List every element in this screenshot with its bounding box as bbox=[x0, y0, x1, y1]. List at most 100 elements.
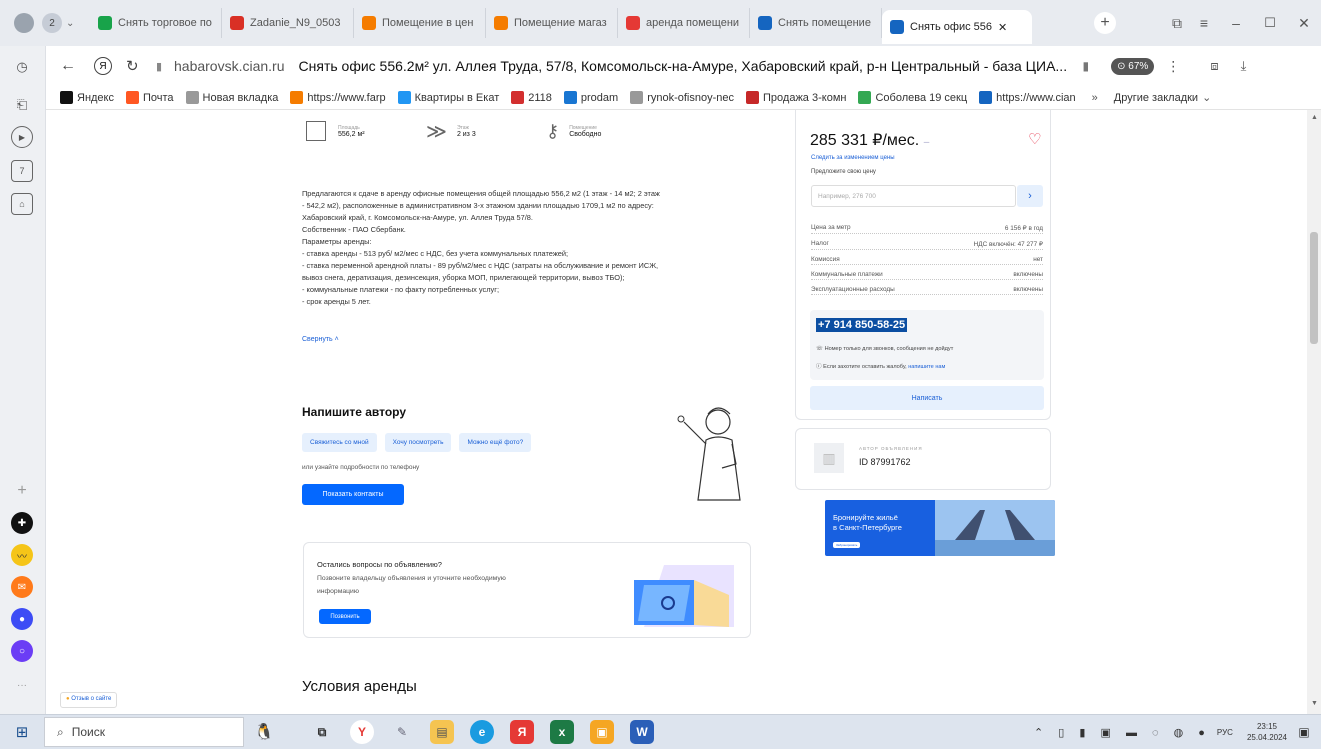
download-icon[interactable]: ⤓ bbox=[1241, 58, 1247, 74]
chip-want-to-see[interactable]: Хочу посмотреть bbox=[384, 433, 452, 452]
offer-input[interactable]: Например, 276 700 bbox=[811, 185, 1016, 207]
bookmark-icon[interactable]: ▮ bbox=[1083, 59, 1090, 73]
browser-logo-icon[interactable] bbox=[14, 13, 34, 33]
tray-icons[interactable]: ⌃ ▯ ▮ ▣ ▬ ◌ ◍ ● bbox=[1034, 726, 1211, 739]
app-icon-3[interactable]: ✉ bbox=[11, 576, 33, 598]
scroll-up-arrow[interactable]: ▲ bbox=[1311, 114, 1318, 121]
reload-icon[interactable]: ↻ bbox=[126, 57, 146, 75]
promo-banner[interactable]: Бронируйте жильё в Санкт-Петербурге Забр… bbox=[825, 500, 1055, 556]
play-icon[interactable]: ▶ bbox=[11, 126, 33, 148]
bookmark-item[interactable]: https://www.cian bbox=[979, 91, 1076, 104]
tab-title: Помещение в цен bbox=[382, 17, 474, 29]
clock[interactable]: 23:15 25.04.2024 bbox=[1247, 721, 1287, 743]
browser-tab[interactable]: Снять помещение bbox=[750, 8, 882, 38]
app-icon-1[interactable]: ✚ bbox=[11, 512, 33, 534]
feedback-icon: ● bbox=[66, 696, 70, 702]
close-window-icon[interactable]: ✕ bbox=[1287, 15, 1321, 32]
collections-icon[interactable]: ⧉ bbox=[1165, 15, 1189, 32]
bookmark-label: prodam bbox=[580, 91, 619, 104]
browser-tab[interactable]: Помещение в цен bbox=[354, 8, 486, 38]
app-icon-4[interactable]: ● bbox=[11, 608, 33, 630]
notifications-icon[interactable]: ▣ bbox=[1287, 725, 1321, 739]
zoom-badge[interactable]: ⊙ 67% bbox=[1111, 57, 1155, 75]
browser-tab[interactable]: Снять торговое по bbox=[90, 8, 222, 38]
feedback-button[interactable]: ● Отзыв о сайте bbox=[60, 692, 118, 708]
call-button[interactable]: Позвонить bbox=[319, 609, 371, 624]
browser-tab[interactable]: Помещение магаз bbox=[486, 8, 618, 38]
other-bookmarks[interactable]: Другие закладки bbox=[1114, 92, 1198, 104]
bookmark-item[interactable]: Новая вкладка bbox=[185, 91, 278, 104]
yandex-icon[interactable]: Я bbox=[510, 720, 534, 744]
more-apps-icon[interactable]: ··· bbox=[11, 674, 33, 696]
address-page-title[interactable]: Снять офис 556.2м² ул. Аллея Труда, 57/8… bbox=[299, 58, 1069, 74]
yandex-browser-icon[interactable]: Y bbox=[350, 720, 374, 744]
phone-number[interactable]: +7 914 850-58-25 bbox=[816, 318, 908, 332]
task-view-icon[interactable]: ⧉ bbox=[310, 720, 334, 744]
bookmark-item[interactable]: Яндекс bbox=[60, 91, 114, 104]
bookmark-item[interactable]: Квартиры в Екат bbox=[397, 91, 500, 104]
watch-price-link[interactable]: Следить за изменением цены bbox=[811, 155, 895, 161]
close-tab-icon[interactable]: ✕ bbox=[998, 21, 1007, 34]
tab-favicon-icon bbox=[890, 20, 904, 34]
taskbar-app-penguin[interactable]: 🐧 bbox=[244, 717, 284, 747]
add-panel-icon[interactable]: + bbox=[11, 480, 33, 502]
extension-icon[interactable]: ⧈ bbox=[1210, 58, 1218, 74]
excel-icon[interactable]: x bbox=[550, 720, 574, 744]
scroll-down-arrow[interactable]: ▼ bbox=[1311, 700, 1318, 707]
yandex-logo-icon[interactable]: Я bbox=[94, 57, 112, 75]
tab-counter[interactable]: 2 bbox=[42, 13, 62, 33]
screenshot-icon[interactable]: ⌂ bbox=[11, 193, 33, 215]
menu-icon[interactable]: ≡ bbox=[1189, 15, 1219, 31]
write-button[interactable]: Написать bbox=[810, 386, 1044, 410]
author-card: ▥ АВТОР ОБЪЯВЛЕНИЯ ID 87991762 bbox=[795, 428, 1051, 490]
app-icon-5[interactable]: ○ bbox=[11, 640, 33, 662]
explorer-icon[interactable]: ▤ bbox=[430, 720, 454, 744]
offer-submit-button[interactable]: › bbox=[1017, 185, 1043, 207]
maximize-icon[interactable]: ☐ bbox=[1253, 15, 1287, 31]
show-contacts-button[interactable]: Показать контакты bbox=[302, 484, 404, 505]
vertical-scrollbar[interactable]: ▲ ▼ bbox=[1307, 110, 1321, 714]
chip-more-photos[interactable]: Можно ещё фото? bbox=[459, 433, 532, 452]
browser-tab[interactable]: Снять офис 556 ✕ bbox=[882, 10, 1032, 44]
bookmark-item[interactable]: Почта bbox=[126, 91, 174, 104]
browser-tab[interactable]: Zadanie_N9_0503 bbox=[222, 8, 354, 38]
price-info-icon[interactable]: – bbox=[924, 137, 930, 148]
collections-sidebar-icon[interactable]: ⎗ bbox=[11, 94, 33, 116]
bookmark-item[interactable]: Соболева 19 секц bbox=[858, 91, 967, 104]
word-icon[interactable]: W bbox=[630, 720, 654, 744]
bookmark-item[interactable]: https://www.farp bbox=[290, 91, 386, 104]
complaint-link[interactable]: напишите нам bbox=[908, 364, 945, 370]
minimize-icon[interactable]: – bbox=[1219, 15, 1253, 31]
favorite-heart-icon[interactable]: ♡ bbox=[1028, 130, 1041, 148]
bookmark-favicon-icon bbox=[185, 91, 199, 104]
folder-illustration bbox=[634, 565, 734, 627]
app-orange-icon[interactable]: ▣ bbox=[590, 720, 614, 744]
start-icon[interactable]: ⊞ bbox=[0, 723, 44, 741]
description-line: - 542,2 м2), расположенные в администрат… bbox=[302, 201, 654, 210]
back-icon[interactable]: ← bbox=[60, 57, 82, 75]
edge-icon[interactable]: e bbox=[470, 720, 494, 744]
keyboard-language[interactable]: РУС bbox=[1217, 728, 1233, 737]
chip-contact-me[interactable]: Свяжитесь со мной bbox=[302, 433, 377, 452]
offer-label: Предложите свою цену bbox=[811, 169, 876, 175]
bookmark-label: Квартиры в Екат bbox=[414, 91, 500, 104]
bookmark-label: Яндекс bbox=[77, 91, 114, 104]
new-tab-button[interactable]: + bbox=[1094, 12, 1116, 34]
bookmark-item[interactable]: 2118 bbox=[511, 91, 552, 104]
more-bookmarks-chevron-icon[interactable]: » bbox=[1092, 92, 1098, 104]
history-icon[interactable]: ◷ bbox=[11, 56, 33, 78]
bookmark-item[interactable]: rynok-ofisnoy-nec bbox=[630, 91, 734, 104]
browser-tab[interactable]: аренда помещени bbox=[618, 8, 750, 38]
collapse-link[interactable]: Свернуть ˄ bbox=[302, 336, 339, 343]
calendar-icon[interactable]: 7 bbox=[11, 160, 33, 182]
tab-title: Помещение магаз bbox=[514, 17, 607, 29]
tab-list-chevron-icon[interactable]: ⌄ bbox=[66, 18, 82, 29]
app-icon-2[interactable]: 〰 bbox=[11, 544, 33, 566]
address-domain[interactable]: habarovsk.cian.ru bbox=[174, 58, 285, 74]
app-feather-icon[interactable]: ✎ bbox=[390, 720, 414, 744]
scroll-thumb[interactable] bbox=[1310, 232, 1318, 344]
bookmark-item[interactable]: Продажа 3-комн bbox=[746, 91, 846, 104]
bookmark-item[interactable]: prodam bbox=[563, 91, 619, 104]
taskbar-search[interactable]: ⌕ Поиск bbox=[44, 717, 244, 747]
more-options-icon[interactable]: ⋮ bbox=[1166, 58, 1180, 75]
